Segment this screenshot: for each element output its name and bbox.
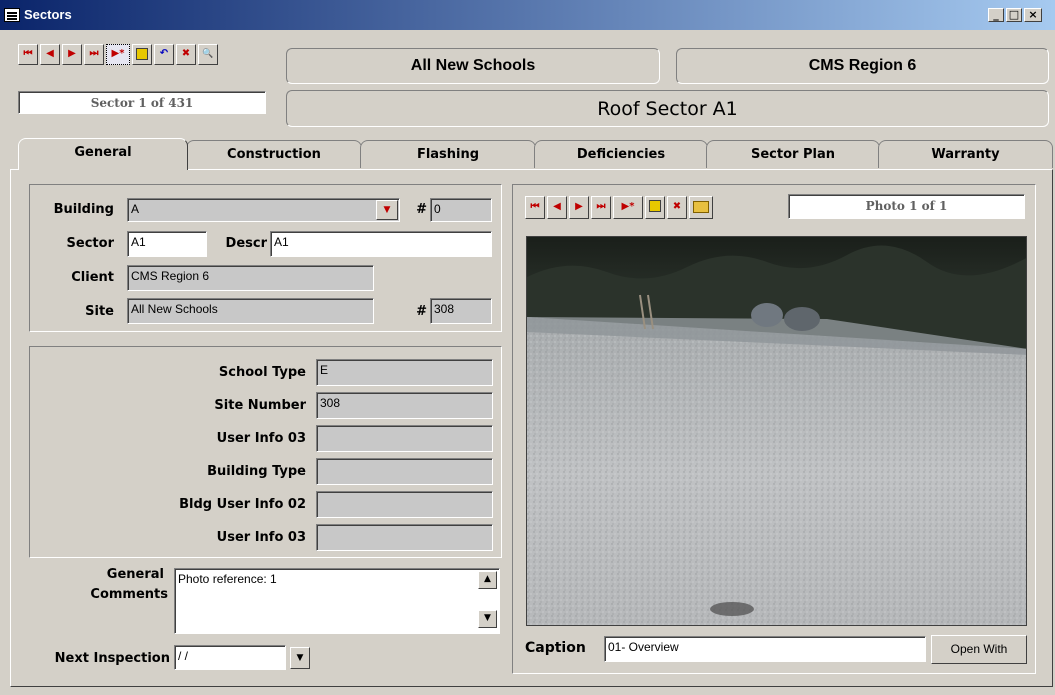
client-label: Client [71, 270, 114, 285]
form-icon [4, 8, 20, 22]
caption-field[interactable]: 01- Overview [604, 636, 926, 662]
user-info-03-field[interactable] [316, 425, 493, 452]
site-label: Site [85, 304, 114, 319]
tab-deficiencies[interactable]: Deficiencies [534, 140, 708, 168]
info-label-building-type: Building Type [207, 464, 306, 479]
prev-record-button[interactable]: ◀ [40, 44, 60, 65]
tab-general[interactable]: General [18, 138, 188, 170]
user-info-03-b-field[interactable] [316, 524, 493, 551]
last-record-icon: ⏭ [89, 48, 99, 59]
photo-prev-button[interactable]: ◀ [547, 196, 567, 219]
minimize-button[interactable]: _ [988, 8, 1004, 22]
caption-label: Caption [525, 640, 586, 656]
photo-next-button[interactable]: ▶ [569, 196, 589, 219]
scroll-up-icon: ▲ [484, 574, 491, 584]
maximize-button[interactable]: □ [1006, 8, 1022, 22]
site-number-field[interactable]: 308 [430, 298, 492, 324]
save-icon [136, 48, 148, 60]
site-name-box: All New Schools [286, 48, 660, 84]
info-label-site-number: Site Number [214, 398, 306, 413]
descr-field[interactable]: A1 [270, 231, 492, 257]
roof-photo-drawing [527, 237, 1026, 625]
title-bar: Sectors _ □ × [0, 0, 1055, 30]
comments-scroll-down[interactable]: ▼ [478, 610, 497, 628]
comments-textarea[interactable]: Photo reference: 1 [174, 568, 500, 634]
building-label: Building [53, 202, 114, 217]
building-type-field[interactable] [316, 458, 493, 485]
building-number-label: # [416, 202, 427, 217]
first-record-icon: ⏮ [530, 201, 540, 212]
next-inspection-label: Next Inspection [54, 651, 170, 666]
info-label-school-type: School Type [218, 365, 306, 380]
next-icon: ▶ [68, 48, 76, 59]
photo-open-folder-button[interactable] [689, 196, 713, 219]
save-record-button[interactable] [132, 44, 152, 65]
photo-last-button[interactable]: ⏭ [591, 196, 611, 219]
info-label-bldg-user-info-02: Bldg User Info 02 [179, 497, 306, 512]
find-button[interactable]: 🔍 [198, 44, 218, 65]
tab-warranty[interactable]: Warranty [878, 140, 1053, 168]
info-label-user-info-03: User Info 03 [216, 431, 306, 446]
tab-construction[interactable]: Construction [186, 140, 362, 168]
info-label-user-info-03-b: User Info 03 [216, 530, 306, 545]
delete-record-button[interactable]: ✖ [176, 44, 196, 65]
delete-icon: ✖ [672, 201, 682, 212]
dropdown-arrow-icon: ▼ [383, 205, 391, 215]
sector-label: Sector [66, 236, 114, 251]
first-record-button[interactable]: ⏮ [18, 44, 38, 65]
sector-field[interactable]: A1 [127, 231, 207, 257]
undo-icon: ↶ [159, 48, 169, 59]
last-record-icon: ⏭ [596, 201, 606, 212]
site-field[interactable]: All New Schools [127, 298, 374, 324]
site-number-label: # [416, 304, 427, 319]
last-record-button[interactable]: ⏭ [84, 44, 104, 65]
undo-button[interactable]: ↶ [154, 44, 174, 65]
tab-flashing[interactable]: Flashing [360, 140, 536, 168]
roof-photo [526, 236, 1027, 626]
photo-first-button[interactable]: ⏮ [525, 196, 545, 219]
new-record-icon: ▶* [621, 201, 635, 212]
open-folder-icon [693, 201, 709, 213]
dropdown-arrow-icon: ▼ [296, 653, 304, 663]
building-combo[interactable]: A [127, 198, 400, 222]
client-name-box: CMS Region 6 [676, 48, 1049, 84]
photo-save-button[interactable] [645, 196, 665, 219]
comments-scroll-up[interactable]: ▲ [478, 571, 497, 589]
photo-delete-button[interactable]: ✖ [667, 196, 687, 219]
site-number-info-field[interactable]: 308 [316, 392, 493, 419]
next-inspection-field[interactable]: / / [174, 645, 286, 670]
window-title: Sectors [24, 7, 72, 22]
previous-icon: ◀ [46, 48, 54, 59]
descr-label: Descr [225, 236, 267, 251]
next-icon: ▶ [575, 201, 583, 212]
client-field[interactable]: CMS Region 6 [127, 265, 374, 291]
record-counter: Sector 1 of 431 [18, 91, 266, 114]
next-inspection-dropdown[interactable]: ▼ [290, 647, 310, 669]
bldg-user-info-02-field[interactable] [316, 491, 493, 518]
photo-new-button[interactable]: ▶* [613, 196, 643, 219]
first-record-icon: ⏮ [23, 48, 33, 59]
building-number-field[interactable]: 0 [430, 198, 492, 222]
sector-title: Roof Sector A1 [286, 90, 1049, 127]
delete-icon: ✖ [181, 48, 191, 59]
building-dropdown-button[interactable]: ▼ [376, 200, 398, 220]
new-record-button[interactable]: ▶* [106, 44, 130, 65]
comments-label-line1: General [106, 567, 164, 582]
close-button[interactable]: × [1024, 8, 1042, 22]
comments-label-line2: Comments [90, 587, 168, 602]
save-icon [649, 200, 661, 212]
scroll-down-icon: ▼ [484, 613, 491, 623]
tab-sector-plan[interactable]: Sector Plan [706, 140, 880, 168]
new-record-icon: ▶* [111, 48, 125, 59]
photo-counter: Photo 1 of 1 [788, 194, 1025, 219]
previous-icon: ◀ [553, 201, 561, 212]
next-record-button[interactable]: ▶ [62, 44, 82, 65]
open-with-button[interactable]: Open With [931, 635, 1027, 664]
binoculars-icon: 🔍 [202, 49, 214, 59]
school-type-field[interactable]: E [316, 359, 493, 386]
